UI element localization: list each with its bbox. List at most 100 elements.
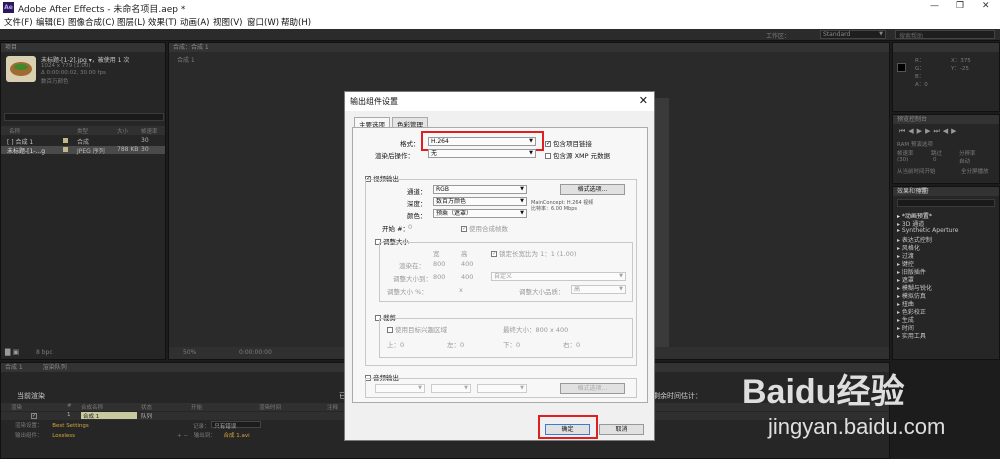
maximize-button[interactable]: ❐ xyxy=(956,1,964,11)
menu-window[interactable]: 窗口(W) xyxy=(247,16,279,28)
info-r: R： xyxy=(915,58,925,64)
audio-rate-select[interactable]: ▼ xyxy=(375,384,425,393)
resolution-value[interactable]: 自动 xyxy=(959,157,970,165)
col-start: 开始 xyxy=(191,405,203,411)
ram-preview-label: RAM 预演选项 xyxy=(897,142,933,148)
post-render-label: 渲染后操作： xyxy=(375,152,414,160)
resize-quality-select[interactable]: 高 ▼ xyxy=(571,285,626,294)
current-render-label: 当前渲染 xyxy=(17,392,45,400)
render-checkbox[interactable]: ✓ xyxy=(31,413,37,419)
cancel-button[interactable]: 取消 xyxy=(599,424,644,435)
tab-render-queue[interactable]: 渲染队列 xyxy=(43,364,67,371)
col-type[interactable]: 类型 xyxy=(77,127,88,135)
output-module-label: 输出组件： xyxy=(15,433,43,439)
resize-to-label: 调整大小到： xyxy=(393,275,432,283)
post-render-select[interactable]: 无 ▼ xyxy=(428,149,536,158)
menu-edit[interactable]: 编辑(E) xyxy=(36,16,65,28)
folder-icon[interactable]: ▇ ▣ xyxy=(5,348,19,356)
bitrate-info: 比特率：6.00 Mbps xyxy=(531,206,577,212)
item-thumbnail xyxy=(6,56,36,82)
composition-tab[interactable]: 合成：合成 1 xyxy=(169,43,889,52)
tab-comp1[interactable]: 合成 1 xyxy=(5,364,23,371)
format-options-button[interactable]: 格式选项... xyxy=(560,184,625,195)
character-tab[interactable]: 字符 xyxy=(917,187,929,196)
menu-view[interactable]: 视图(V) xyxy=(213,16,242,28)
resize-preset-select[interactable]: 自定义 ▼ xyxy=(491,272,626,281)
project-row[interactable]: [ ] 合成 1 合成 30 xyxy=(1,137,165,146)
project-tab[interactable]: 项目 xyxy=(1,43,165,52)
effects-search-input[interactable] xyxy=(897,199,995,207)
ok-button[interactable]: 确定 xyxy=(545,424,590,435)
effects-item[interactable]: ▸ 实用工具 xyxy=(897,331,926,340)
output-module-link[interactable]: Lossless xyxy=(52,433,75,439)
dialog-close-icon[interactable]: ✕ xyxy=(639,94,648,107)
render-at-width: 800 xyxy=(433,260,446,268)
width-column: 宽 xyxy=(433,250,440,258)
color-select[interactable]: 预乘（遮罩） ▼ xyxy=(433,209,527,218)
menu-file[interactable]: 文件(F) xyxy=(4,16,33,28)
minimize-button[interactable]: — xyxy=(930,1,939,11)
render-comp-name[interactable]: 合成 1 xyxy=(81,412,137,420)
col-number: # xyxy=(67,403,72,409)
preview-tab[interactable]: 预览控制台 xyxy=(893,115,999,124)
project-search-input[interactable] xyxy=(4,113,164,121)
effects-item[interactable]: ▸ Synthetic Aperture xyxy=(897,227,958,234)
composition-sub-tab[interactable]: 合成 1 xyxy=(177,55,195,64)
menu-layer[interactable]: 图层(L) xyxy=(117,16,145,28)
remaining-label: 剩余时间估计： xyxy=(653,392,702,400)
col-comment: 注释 xyxy=(327,405,339,411)
color-label: 颜色： xyxy=(407,212,427,220)
main-options-body: 格式： H.264 ▼ ✓ 包含项目链接 渲染后操作： 无 ▼ 包含源 XMP 元数据… xyxy=(352,127,648,403)
roi-checkbox[interactable]: 使用目标兴趣区域 xyxy=(387,324,447,334)
col-comp-name: 合成名称 xyxy=(81,405,104,411)
lock-aspect-checkbox[interactable]: ✓ 锁定长宽比为 1：1 (1.00) xyxy=(491,248,576,258)
col-size[interactable]: 大小 xyxy=(117,127,128,135)
dialog-title: 输出组件设置 xyxy=(350,97,398,106)
project-row[interactable]: 未标题-[1-...g JPEG 序列 788 KB 30 xyxy=(1,146,165,155)
crop-right[interactable]: 右：0 xyxy=(563,339,580,349)
menu-effect[interactable]: 效果(T) xyxy=(148,16,177,28)
menu-composition[interactable]: 图像合成(C) xyxy=(68,16,115,28)
dialog-title-bar: 输出组件设置 ✕ xyxy=(345,92,654,111)
channels-select[interactable]: RGB ▼ xyxy=(433,185,527,194)
bpc-label[interactable]: 8 bpc xyxy=(36,349,53,356)
workspace-select[interactable]: Standard ▼ xyxy=(820,30,886,39)
from-current-time[interactable]: 从当前时间开始 xyxy=(897,167,936,175)
workspace-label: 工作区： xyxy=(766,33,791,40)
skip-value[interactable]: 0 xyxy=(933,157,937,163)
start-frame-label: 开始 #： xyxy=(382,225,410,233)
resize-percent-label: 调整大小 %： xyxy=(387,288,428,296)
audio-bits-select[interactable]: ▼ xyxy=(431,384,471,393)
item-colors: 数百万颜色 xyxy=(41,79,69,85)
col-name[interactable]: 名称 xyxy=(9,127,20,135)
full-screen[interactable]: 全分屏播放 xyxy=(961,167,989,175)
include-xmp-checkbox[interactable]: 包含源 XMP 元数据 xyxy=(545,150,610,160)
resize-to-height[interactable]: 400 xyxy=(461,273,473,281)
output-to-link[interactable]: 合成 1.avi xyxy=(223,433,249,439)
start-frame-value[interactable]: 0 xyxy=(408,223,412,231)
render-settings-link[interactable]: Best Settings xyxy=(52,423,89,429)
resize-to-width[interactable]: 800 xyxy=(433,273,445,281)
include-link-checkbox[interactable]: ✓ 包含项目链接 xyxy=(545,138,592,148)
depth-select[interactable]: 数百万颜色 ▼ xyxy=(433,197,527,206)
col-fps[interactable]: 帧速率 xyxy=(141,127,158,135)
audio-format-options-button[interactable]: 格式选项... xyxy=(560,383,625,394)
audio-channels-select[interactable]: ▼ xyxy=(477,384,527,393)
menu-animation[interactable]: 动画(A) xyxy=(180,16,209,28)
current-timecode[interactable]: 0:00:00:00 xyxy=(239,349,272,356)
close-button[interactable]: ✕ xyxy=(982,1,990,11)
crop-top[interactable]: 上：0 xyxy=(387,339,404,349)
info-tab[interactable] xyxy=(893,43,999,52)
crop-left[interactable]: 左：0 xyxy=(447,339,464,349)
log-select[interactable]: 只有错误 xyxy=(211,421,262,430)
menu-help[interactable]: 帮助(H) xyxy=(281,16,311,28)
fps-value[interactable]: (30) xyxy=(897,157,908,163)
watermark-url: jingyan.baidu.com xyxy=(768,414,946,439)
app-logo: Ae xyxy=(3,2,14,13)
use-comp-frame-checkbox[interactable]: ✓ 使用合成帧数 xyxy=(461,223,508,233)
zoom-select[interactable]: 50% xyxy=(183,349,196,356)
crop-bottom[interactable]: 下：0 xyxy=(503,339,520,349)
project-panel: 项目 未标题-[1-2].jpg ▾，被使用 1 次 1024 x 779 (1… xyxy=(0,42,166,360)
help-search-input[interactable]: 搜索帮助 xyxy=(895,30,995,40)
playback-controls[interactable]: ⏮◀▶▶⏭◀▶ xyxy=(899,127,960,136)
